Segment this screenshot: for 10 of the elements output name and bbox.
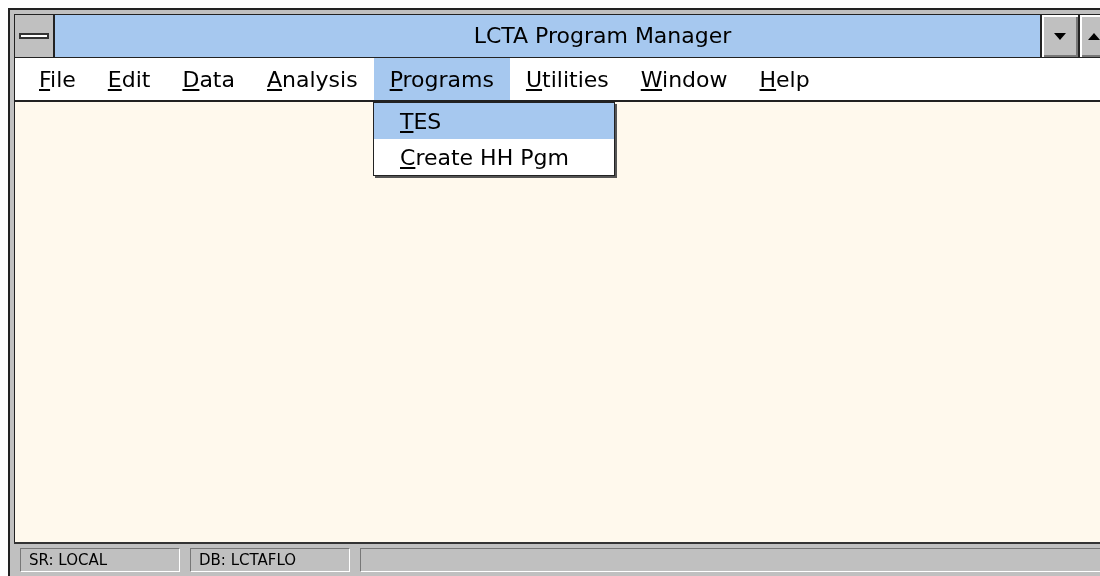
menu-item[interactable]: Programs [373,58,510,100]
dropdown-item[interactable]: TES [374,103,614,139]
window-title: LCTA Program Manager [472,22,733,50]
system-menu-button[interactable] [15,15,55,57]
status-panel: DB: LCTAFLO [190,548,350,572]
up-triangle-icon [1088,32,1100,40]
down-triangle-icon [1054,32,1066,40]
minimize-button[interactable] [1040,15,1078,57]
status-panel: SR: LOCAL [20,548,180,572]
maximize-button[interactable] [1078,15,1100,57]
